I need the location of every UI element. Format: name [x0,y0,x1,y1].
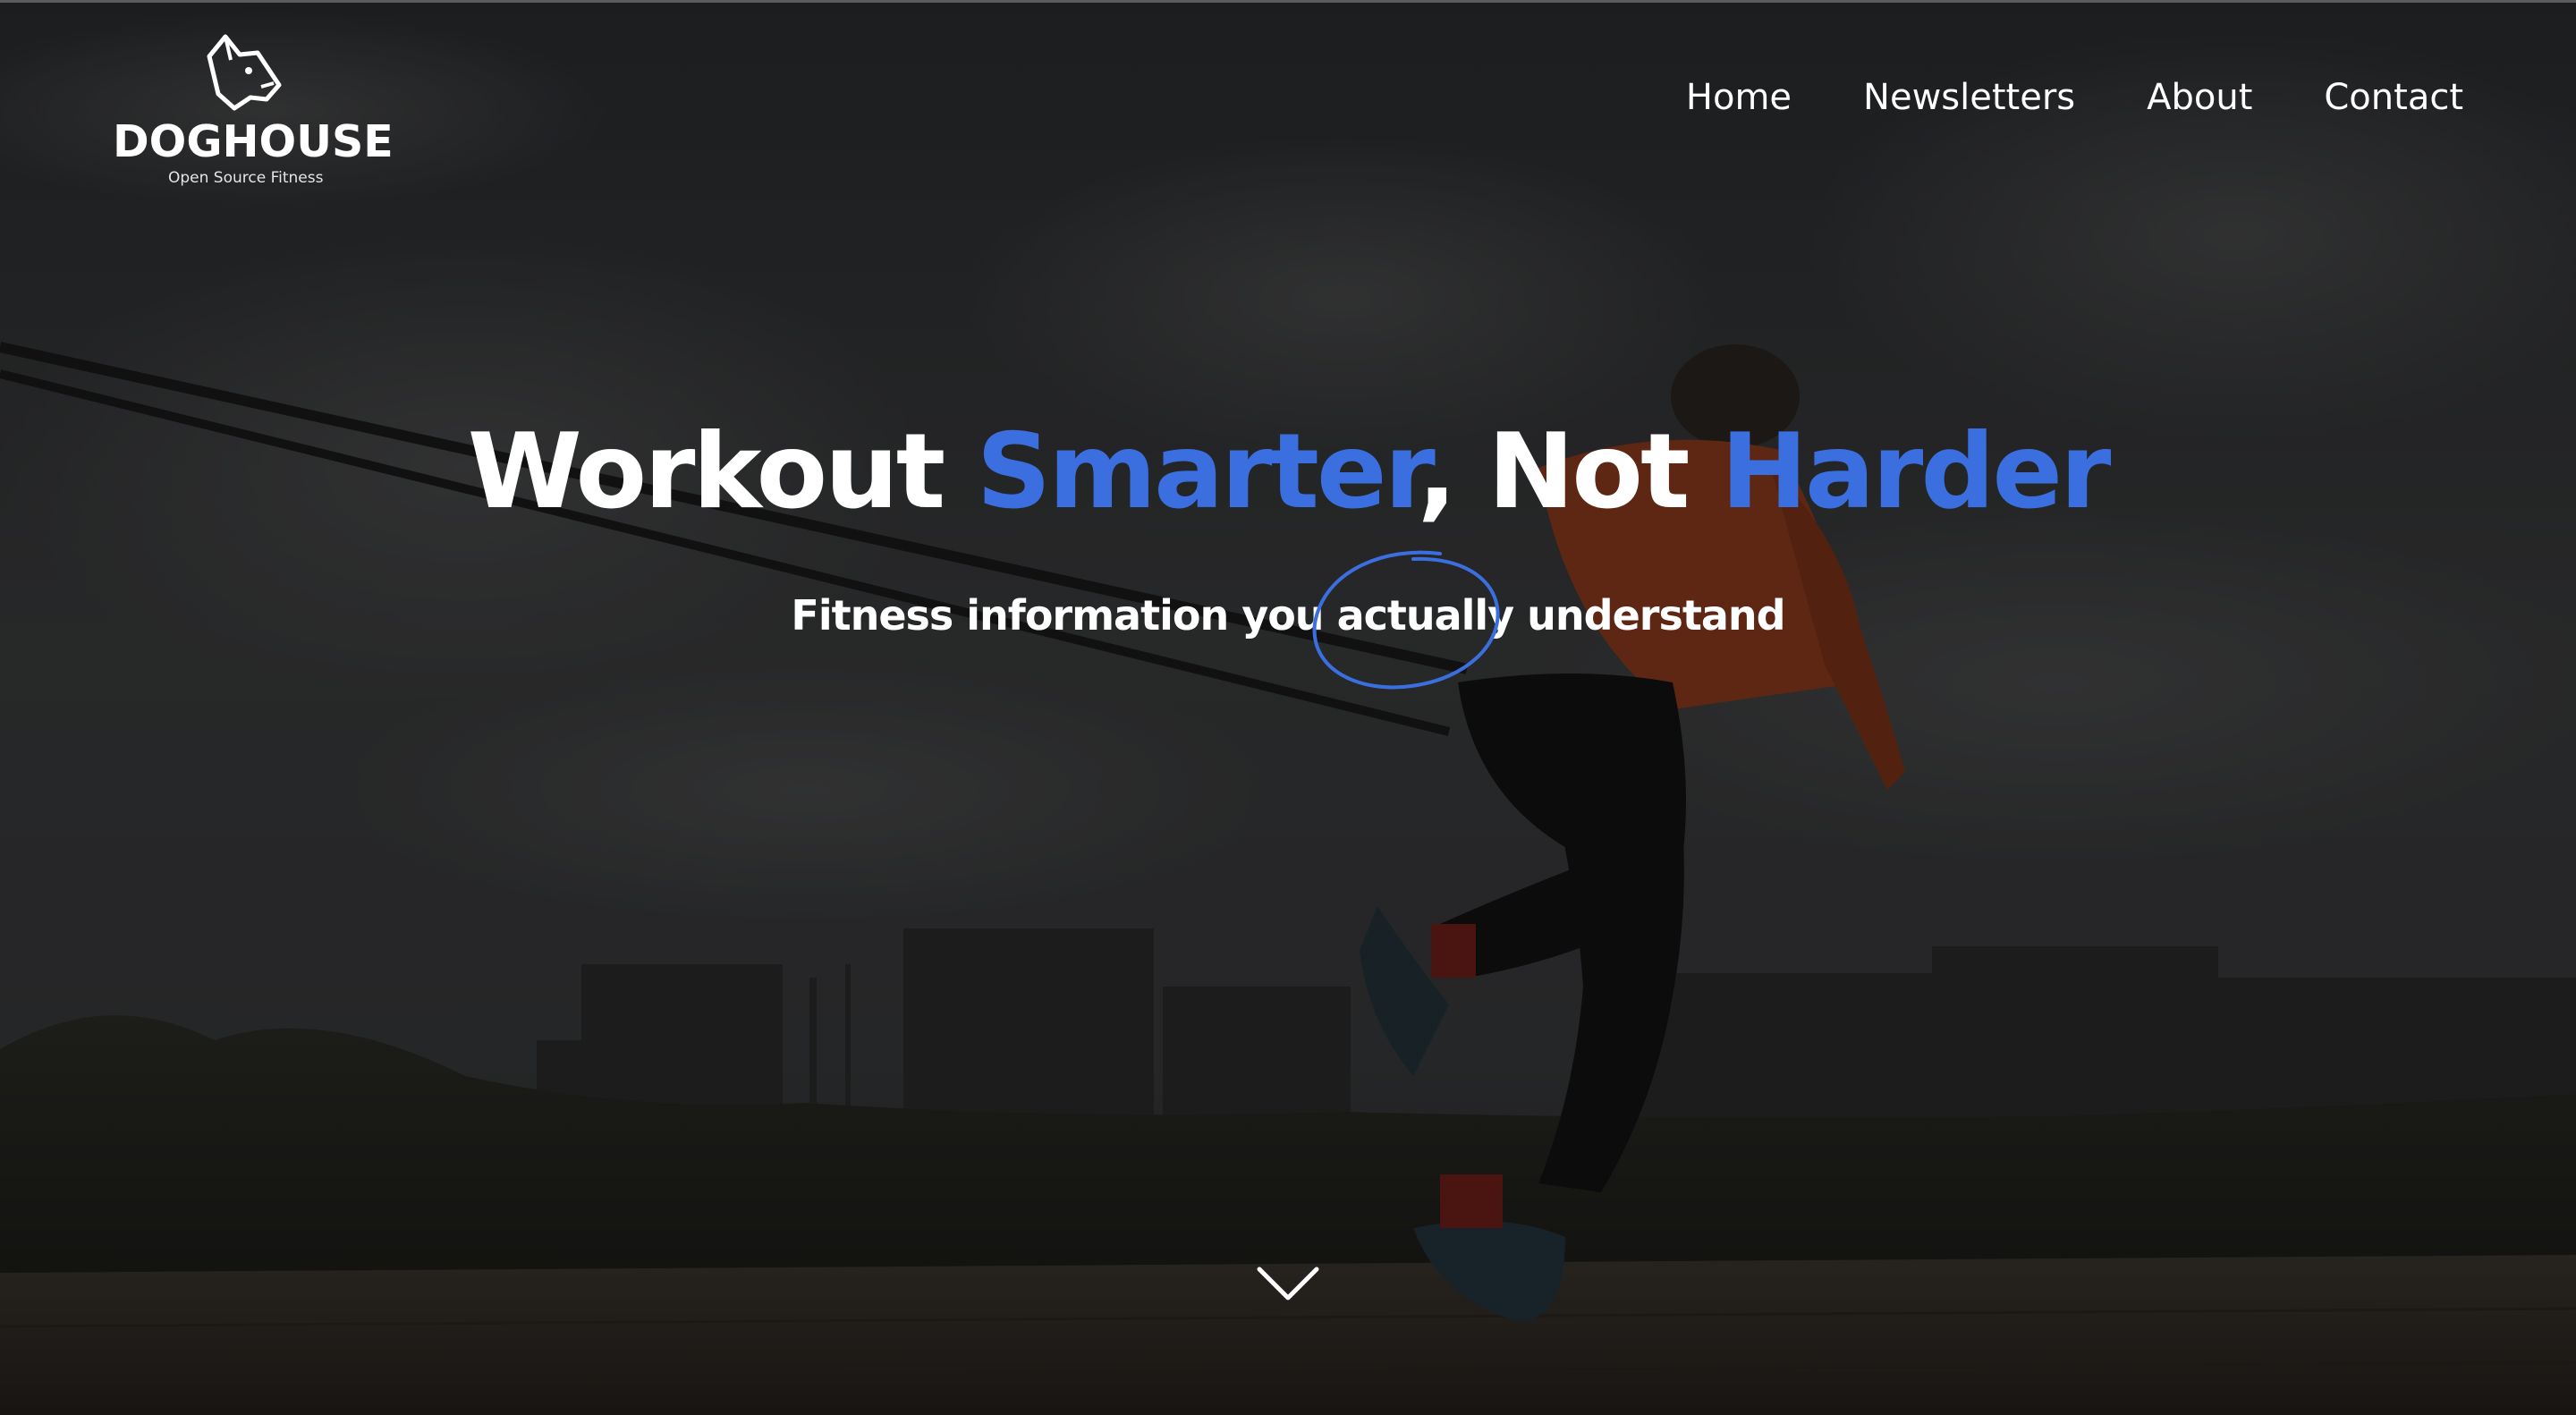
nav-link-newsletters[interactable]: Newsletters [1863,77,2075,118]
subline-before: Fitness information you [791,591,1337,640]
chevron-down-icon[interactable] [1256,1262,1320,1307]
hero-subheadline: Fitness information you actually underst… [0,584,2576,647]
nav-link-home[interactable]: Home [1686,77,1792,118]
headline-accent-harder: Harder [1720,411,2111,532]
nav-link-about[interactable]: About [2147,77,2252,118]
logo-wordmark: DOGHOUSE [113,116,394,167]
hero-headline: Workout Smarter, Not Harder [0,405,2576,539]
main-nav: Home Newsletters About Contact [1686,71,2463,124]
subline-circled-word: actually [1336,591,1515,640]
dog-head-icon [207,34,282,111]
subline-after: understand [1513,591,1785,640]
logo-tagline: Open Source Fitness [168,169,324,187]
headline-accent-smarter: Smarter [976,411,1420,532]
hero-background-image [0,3,2576,1415]
hero-section: DOGHOUSE Open Source Fitness Home Newsle… [0,0,2576,1415]
headline-part-1: Workout [467,411,977,532]
nav-link-contact[interactable]: Contact [2324,77,2463,118]
site-logo[interactable]: DOGHOUSE Open Source Fitness [113,33,394,187]
headline-part-2: , Not [1417,411,1721,532]
